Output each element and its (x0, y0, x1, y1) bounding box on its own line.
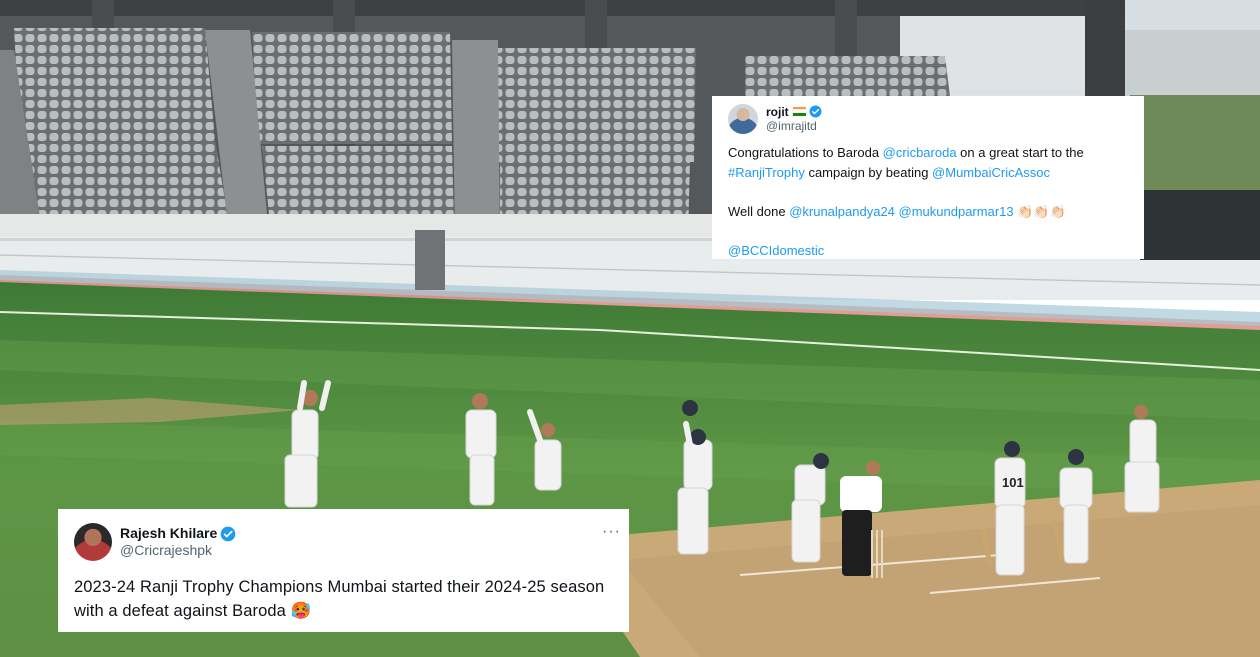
hot-face-emoji: 🥵 (290, 602, 312, 620)
tweet-line-1: Congratulations to Baroda @cricbaroda on… (728, 143, 1130, 163)
tweet-text-content: 2023-24 Ranji Trophy Champions Mumbai st… (74, 578, 605, 620)
tweet-card-rajesh[interactable]: Rajesh Khilare @Cricrajeshpk ··· 2023-24… (58, 509, 629, 632)
text-segment: Congratulations to Baroda (728, 145, 883, 160)
clapping-hands-emoji: 👏🏻👏🏻👏🏻 (1017, 203, 1066, 219)
mention-link[interactable]: @cricbaroda (883, 145, 957, 160)
tweet-text: Congratulations to Baroda @cricbaroda on… (728, 143, 1130, 259)
display-name[interactable]: Rajesh Khilare (120, 525, 236, 542)
verified-badge-icon (220, 526, 236, 541)
svg-text:101: 101 (1002, 475, 1024, 490)
tweet-header: Rajesh Khilare @Cricrajeshpk (74, 523, 613, 561)
text-segment: Well done (728, 203, 790, 219)
tweet-header: rojit @imrajitd (728, 104, 1130, 134)
display-name[interactable]: rojit (766, 105, 822, 119)
mention-link[interactable]: @mukundparmar13 (899, 204, 1014, 219)
display-name-text: Rajesh Khilare (120, 525, 218, 542)
mention-link[interactable]: @MumbaiCricAssoc (932, 165, 1050, 180)
user-info: rojit @imrajitd (766, 105, 822, 134)
tweet-text: 2023-24 Ranji Trophy Champions Mumbai st… (74, 575, 613, 623)
display-name-text: rojit (766, 104, 789, 119)
tweet-line-3: Well done @krunalpandya24 @mukundparmar1… (728, 202, 1130, 222)
more-options-icon[interactable]: ··· (602, 523, 621, 541)
avatar[interactable] (74, 523, 112, 561)
text-segment: on a great start to the (956, 145, 1084, 160)
text-segment: campaign by beating (804, 164, 933, 180)
tweet-card-rojit[interactable]: rojit @imrajitd Congratulations to Barod… (712, 96, 1144, 259)
mention-link[interactable]: @krunalpandya24 (789, 204, 895, 219)
avatar[interactable] (728, 104, 758, 134)
user-handle[interactable]: @Cricrajeshpk (120, 542, 236, 559)
tweet-line-2: #RanjiTrophy campaign by beating @Mumbai… (728, 163, 1130, 183)
verified-badge-icon (809, 105, 822, 118)
user-handle[interactable]: @imrajitd (766, 119, 822, 133)
hashtag-link[interactable]: #RanjiTrophy (728, 165, 805, 180)
mention-link[interactable]: @BCCIdomestic (728, 243, 824, 258)
user-info: Rajesh Khilare @Cricrajeshpk (120, 525, 236, 559)
india-flag-icon (791, 107, 807, 117)
tweet-line-4: @BCCIdomestic (728, 241, 1130, 260)
